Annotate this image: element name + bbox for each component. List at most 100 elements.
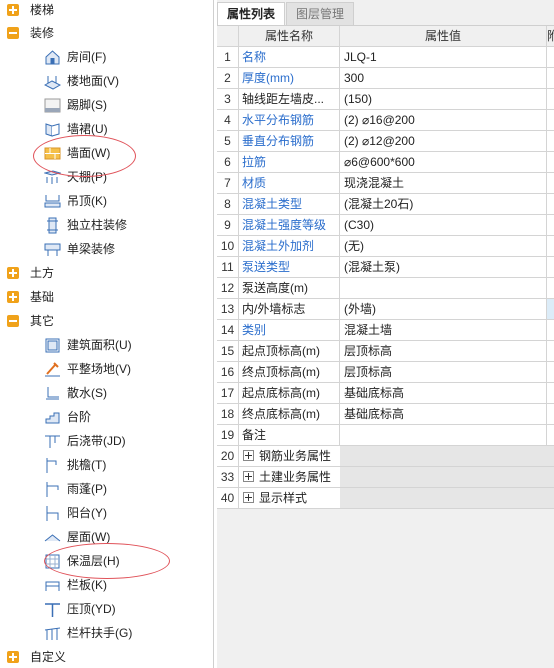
expand-icon[interactable] xyxy=(243,450,254,462)
group-cell[interactable]: 钢筋业务属性 xyxy=(239,446,554,467)
tree-item-beam-finish[interactable]: 单梁装修 xyxy=(44,238,115,260)
property-extra xyxy=(547,152,554,173)
tree-category-foundation[interactable]: 基础 xyxy=(0,287,54,307)
tree-category-decoration[interactable]: 装修 xyxy=(0,23,54,43)
property-row[interactable]: 10 混凝土外加剂 (无) xyxy=(217,236,554,257)
property-row[interactable]: 3 轴线距左墙皮... (150) xyxy=(217,89,554,110)
collapse-icon[interactable] xyxy=(7,315,19,327)
tree-item-coping[interactable]: 压顶(YD) xyxy=(44,598,116,620)
property-extra xyxy=(547,173,554,194)
property-value[interactable]: 基础底标高 xyxy=(340,404,547,425)
property-value[interactable]: ⌀6@600*600 xyxy=(340,152,547,173)
property-name: 泵送高度(m) xyxy=(239,278,340,299)
property-extra xyxy=(547,320,554,341)
property-group-row[interactable]: 20 钢筋业务属性 xyxy=(217,446,554,467)
tree-item-floor[interactable]: 楼地面(V) xyxy=(44,70,119,92)
property-row[interactable]: 8 混凝土类型 (混凝土20石) xyxy=(217,194,554,215)
property-row[interactable]: 11 泵送类型 (混凝土泵) xyxy=(217,257,554,278)
group-cell[interactable]: 土建业务属性 xyxy=(239,467,554,488)
tab-properties[interactable]: 属性列表 xyxy=(217,2,286,25)
property-row[interactable]: 17 起点底标高(m) 基础底标高 xyxy=(217,383,554,404)
expand-icon[interactable] xyxy=(7,4,19,16)
tree-item-balcony[interactable]: 阳台(Y) xyxy=(44,502,107,524)
tree-item-canopy[interactable]: 雨蓬(P) xyxy=(44,478,107,500)
property-value[interactable] xyxy=(340,278,547,299)
tree-category-earthwork[interactable]: 土方 xyxy=(0,263,54,283)
property-row[interactable]: 15 起点顶标高(m) 层顶标高 xyxy=(217,341,554,362)
property-name: 起点底标高(m) xyxy=(239,383,340,404)
expand-icon[interactable] xyxy=(7,651,19,663)
property-value[interactable]: 300 xyxy=(340,68,547,89)
header-name: 属性名称 xyxy=(239,26,340,47)
tree-item-apron[interactable]: 散水(S) xyxy=(44,382,107,404)
property-value[interactable]: 层顶标高 xyxy=(340,362,547,383)
property-group-row[interactable]: 40 显示样式 xyxy=(217,488,554,509)
property-extra xyxy=(547,110,554,131)
tree-item-baseboard[interactable]: 踢脚(S) xyxy=(44,94,107,116)
property-extra xyxy=(547,68,554,89)
property-row[interactable]: 14 类别 混凝土墙 xyxy=(217,320,554,341)
tree-item-suspended-ceiling[interactable]: 吊顶(K) xyxy=(44,190,107,212)
property-row[interactable]: 19 备注 xyxy=(217,425,554,446)
tab-layers[interactable]: 图层管理 xyxy=(286,2,355,25)
property-value[interactable] xyxy=(340,425,547,446)
property-row[interactable]: 7 材质 现浇混凝土 xyxy=(217,173,554,194)
property-row[interactable]: 16 终点顶标高(m) 层顶标高 xyxy=(217,362,554,383)
tree-item-post-pour-strip[interactable]: 后浇带(JD) xyxy=(44,430,126,452)
property-name: 轴线距左墙皮... xyxy=(239,89,340,110)
tree-item-steps[interactable]: 台阶 xyxy=(44,406,91,428)
tree-category-custom[interactable]: 自定义 xyxy=(0,647,66,667)
property-extra xyxy=(547,47,554,68)
property-extra xyxy=(547,236,554,257)
property-extra xyxy=(547,383,554,404)
property-value[interactable]: 混凝土墙 xyxy=(340,320,547,341)
property-name: 混凝土类型 xyxy=(239,194,340,215)
property-row[interactable]: 2 厚度(mm) 300 xyxy=(217,68,554,89)
tree-item-site-leveling[interactable]: 平整场地(V) xyxy=(44,358,131,380)
tree-category-other[interactable]: 其它 xyxy=(0,311,54,331)
property-extra xyxy=(547,131,554,152)
property-value[interactable]: (C30) xyxy=(340,215,547,236)
property-value[interactable]: (无) xyxy=(340,236,547,257)
property-value[interactable]: (150) xyxy=(340,89,547,110)
property-extra xyxy=(547,257,554,278)
property-row[interactable]: 13 内/外墙标志 (外墙) xyxy=(217,299,554,320)
property-value[interactable]: (2) ⌀12@200 xyxy=(340,131,547,152)
tree-item-building-area[interactable]: 建筑面积(U) xyxy=(44,334,132,356)
property-row[interactable]: 18 终点底标高(m) 基础底标高 xyxy=(217,404,554,425)
tree-item-railing[interactable]: 栏杆扶手(G) xyxy=(44,622,132,644)
property-value[interactable]: 基础底标高 xyxy=(340,383,547,404)
expand-icon[interactable] xyxy=(7,291,19,303)
expand-icon[interactable] xyxy=(243,492,254,504)
property-row[interactable]: 1 名称 JLQ-1 xyxy=(217,47,554,68)
property-value[interactable]: (混凝土20石) xyxy=(340,194,547,215)
expand-icon[interactable] xyxy=(7,267,19,279)
property-value[interactable]: (外墙) xyxy=(340,299,547,320)
property-row[interactable]: 4 水平分布钢筋 (2) ⌀16@200 xyxy=(217,110,554,131)
tree-item-room[interactable]: 房间(F) xyxy=(44,46,106,68)
highlight-circle-wall-finish xyxy=(33,135,136,177)
collapse-icon[interactable] xyxy=(7,27,19,39)
tree-item-column-finish[interactable]: 独立柱装修 xyxy=(44,214,127,236)
tab-bar: 属性列表 图层管理 xyxy=(217,2,355,25)
tree-category-stairs[interactable]: 楼梯 xyxy=(0,0,54,20)
tree-category-label: 其它 xyxy=(30,314,55,328)
property-value[interactable]: (混凝土泵) xyxy=(340,257,547,278)
post-pour-strip-icon xyxy=(45,435,60,448)
property-group-row[interactable]: 33 土建业务属性 xyxy=(217,467,554,488)
group-cell[interactable]: 显示样式 xyxy=(239,488,554,509)
property-value[interactable]: 现浇混凝土 xyxy=(340,173,547,194)
property-row[interactable]: 9 混凝土强度等级 (C30) xyxy=(217,215,554,236)
property-value[interactable]: JLQ-1 xyxy=(340,47,547,68)
floor-icon xyxy=(44,75,61,90)
property-name: 泵送类型 xyxy=(239,257,340,278)
property-name: 终点顶标高(m) xyxy=(239,362,340,383)
property-value[interactable]: (2) ⌀16@200 xyxy=(340,110,547,131)
tree-item-eaves[interactable]: 挑檐(T) xyxy=(44,454,106,476)
property-value[interactable]: 层顶标高 xyxy=(340,341,547,362)
property-row[interactable]: 6 拉筋 ⌀6@600*600 xyxy=(217,152,554,173)
expand-icon[interactable] xyxy=(243,471,254,483)
property-row[interactable]: 12 泵送高度(m) xyxy=(217,278,554,299)
property-row[interactable]: 5 垂直分布钢筋 (2) ⌀12@200 xyxy=(217,131,554,152)
property-name: 水平分布钢筋 xyxy=(239,110,340,131)
